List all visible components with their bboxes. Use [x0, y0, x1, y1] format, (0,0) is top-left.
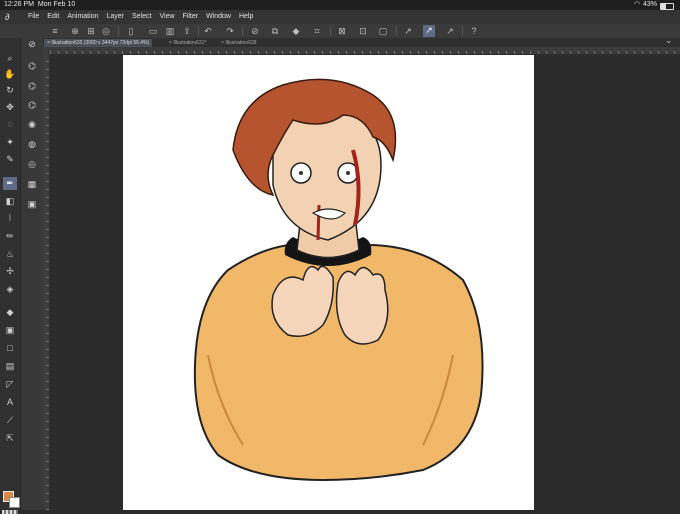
- chevron-down-icon[interactable]: ⌄: [665, 36, 672, 45]
- vertical-ruler: [42, 54, 49, 510]
- transparent-color-swatch[interactable]: [2, 510, 18, 514]
- sub-tool-icon-5[interactable]: ◉: [25, 118, 39, 131]
- status-time-date: 12:26 PM Mon Feb 10: [4, 1, 76, 8]
- save-icon[interactable]: ▥: [165, 26, 175, 36]
- canvas[interactable]: [123, 55, 534, 510]
- help-icon[interactable]: ?: [469, 26, 479, 36]
- sub-tool-icon-4[interactable]: ⌬: [25, 99, 39, 112]
- sub-tool-icon-9[interactable]: ▣: [25, 198, 39, 211]
- pen-tool-icon[interactable]: ✒: [3, 177, 17, 190]
- ruler-tool-icon[interactable]: ◸: [3, 378, 17, 391]
- copy-layer-icon[interactable]: ⧉: [270, 26, 280, 36]
- app-logo-icon[interactable]: ∂: [5, 12, 15, 22]
- ruler-snap-icon[interactable]: ↗: [423, 25, 435, 37]
- tab-illustration628[interactable]: × Illustration628: [218, 39, 259, 47]
- airbrush-icon[interactable]: ♨: [3, 248, 17, 261]
- new-canvas-icon[interactable]: ⊕: [70, 26, 80, 36]
- quick-access-icon[interactable]: ◎: [101, 26, 111, 36]
- document-tab-bar: × Illustration632 (3000 x 3447px 72dpi 5…: [42, 38, 680, 47]
- crop-icon[interactable]: ⌗: [312, 26, 322, 36]
- pencil-tool-icon[interactable]: ✏: [3, 230, 17, 243]
- object-tool-icon[interactable]: ⇱: [3, 432, 17, 445]
- illustration: [193, 78, 484, 482]
- battery-percent: 43%: [642, 1, 657, 8]
- hamburger-menu-icon[interactable]: ≡: [50, 26, 60, 36]
- battery-icon: [660, 2, 674, 10]
- menu-layer[interactable]: Layer: [106, 13, 124, 20]
- eraser-icon[interactable]: ◧: [3, 195, 17, 208]
- fill-tool-icon[interactable]: ◆: [3, 306, 17, 319]
- deselect-icon[interactable]: ⊠: [337, 26, 347, 36]
- tool-bar: ⌕ ✋ ↻ ✥ ◌ ✦ ✎ ✒ ◧ ⦚ ✏ ♨ ✢ ◈ ◆ ▣ □ ▤ ◸ A …: [0, 38, 20, 514]
- invert-selection-icon[interactable]: ⊡: [358, 26, 368, 36]
- brush-tool-icon[interactable]: ⦚: [3, 212, 17, 225]
- redo-icon[interactable]: ↷: [225, 26, 235, 36]
- hand-tool-icon[interactable]: ✋: [3, 68, 17, 81]
- balloon-tool-icon[interactable]: ⟋: [3, 414, 17, 427]
- eyedropper-icon[interactable]: ✎: [3, 153, 17, 166]
- sub-tool-icon-1[interactable]: ⊘: [25, 38, 39, 51]
- status-bar: 12:26 PM Mon Feb 10 ◠ 43%: [0, 0, 680, 10]
- stabilizer-icon[interactable]: ↗: [403, 26, 413, 36]
- decoration-tool-icon[interactable]: ✢: [3, 265, 17, 278]
- sub-tool-icon-2[interactable]: ⌬: [25, 60, 39, 73]
- menu-select[interactable]: Select: [132, 13, 151, 20]
- menu-window[interactable]: Window: [206, 13, 231, 20]
- command-bar: ≡ ⊕ ⊞ ◎ ▯ ▭ ▥ ⇧ ↶ ↷ ⊘ ⧉ ◆ ⌗ ⊠ ⊡ ▢ ↗ ↗ ↗ …: [0, 24, 680, 39]
- menu-bar: ∂ File Edit Animation Layer Select View …: [0, 10, 680, 24]
- export-icon[interactable]: ▯: [126, 26, 136, 36]
- tab-illustration631[interactable]: × Illustration631*: [166, 39, 209, 47]
- fill-icon[interactable]: ◆: [291, 26, 301, 36]
- menu-filter[interactable]: Filter: [183, 13, 199, 20]
- frame-tool-icon[interactable]: ▤: [3, 360, 17, 373]
- menu-view[interactable]: View: [159, 13, 174, 20]
- horizontal-ruler: [42, 47, 680, 54]
- brush-settings-icon[interactable]: ↗: [445, 26, 455, 36]
- blend-tool-icon[interactable]: ◈: [3, 283, 17, 296]
- upload-icon[interactable]: ⇧: [182, 26, 192, 36]
- clear-icon[interactable]: ⊘: [250, 26, 260, 36]
- undo-icon[interactable]: ↶: [203, 26, 213, 36]
- wifi-icon: ◠: [633, 1, 640, 8]
- figure-tool-icon[interactable]: □: [3, 342, 17, 355]
- move-tool-icon[interactable]: ✥: [3, 101, 17, 114]
- magic-wand-icon[interactable]: ✦: [3, 136, 17, 149]
- menu-animation[interactable]: Animation: [67, 13, 98, 20]
- lasso-tool-icon[interactable]: ◌: [3, 118, 17, 131]
- selection-icon[interactable]: ▢: [378, 26, 388, 36]
- menu-help[interactable]: Help: [239, 13, 253, 20]
- sub-tool-icon-6[interactable]: ◍: [25, 138, 39, 151]
- sub-tool-icon-8[interactable]: ▦: [25, 178, 39, 191]
- sub-tool-bar: ⊘ ⌬ ⌬ ⌬ ◉ ◍ ◎ ▦ ▣: [20, 38, 43, 510]
- rotate-tool-icon[interactable]: ↻: [3, 84, 17, 97]
- gradient-tool-icon[interactable]: ▣: [3, 324, 17, 337]
- folder-icon[interactable]: ▭: [148, 26, 158, 36]
- tab-illustration632[interactable]: × Illustration632 (3000 x 3447px 72dpi 5…: [44, 39, 153, 47]
- sub-color-swatch[interactable]: [9, 497, 20, 508]
- menu-edit[interactable]: Edit: [47, 13, 59, 20]
- sub-tool-icon-3[interactable]: ⌬: [25, 80, 39, 93]
- zoom-tool-icon[interactable]: ⌕: [3, 52, 17, 65]
- menu-file[interactable]: File: [28, 13, 39, 20]
- text-tool-icon[interactable]: A: [3, 396, 17, 409]
- sub-tool-icon-7[interactable]: ◎: [25, 158, 39, 171]
- open-file-icon[interactable]: ⊞: [86, 26, 96, 36]
